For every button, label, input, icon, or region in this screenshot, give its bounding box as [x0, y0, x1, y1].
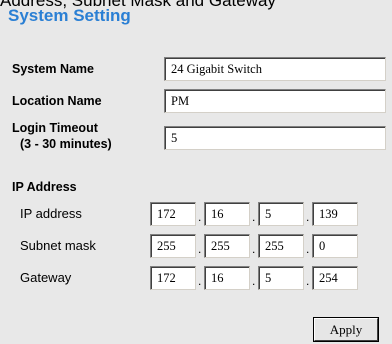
octet-separator: .	[306, 242, 310, 256]
ip-section-heading: IP Address	[12, 180, 77, 194]
gateway-label: Gateway	[20, 270, 72, 285]
login-timeout-range: (3 - 30 minutes)	[20, 137, 112, 151]
ip-address-octet-2[interactable]	[204, 202, 250, 226]
subnet-mask-octet-1[interactable]	[150, 234, 196, 258]
octet-separator: .	[306, 274, 310, 288]
subnet-mask-octet-3[interactable]	[258, 234, 304, 258]
system-name-label: System Name	[12, 62, 94, 76]
octet-separator: .	[198, 242, 202, 256]
octet-separator: .	[198, 210, 202, 224]
ip-address-octet-3[interactable]	[258, 202, 304, 226]
octet-separator: .	[252, 210, 256, 224]
octet-separator: .	[252, 274, 256, 288]
page: System Setting System Name Location Name…	[0, 0, 392, 344]
ip-address-label: IP address	[20, 206, 82, 221]
gateway-octet-4[interactable]	[312, 266, 358, 290]
subnet-mask-octet-4[interactable]	[312, 234, 358, 258]
location-name-label: Location Name	[12, 94, 102, 108]
ip-address-octet-4[interactable]	[312, 202, 358, 226]
system-name-input[interactable]	[164, 57, 386, 81]
ip-address-octet-1[interactable]	[150, 202, 196, 226]
gateway-octet-2[interactable]	[204, 266, 250, 290]
login-timeout-label: Login Timeout	[12, 121, 98, 135]
gateway-octet-3[interactable]	[258, 266, 304, 290]
octet-separator: .	[198, 274, 202, 288]
location-name-input[interactable]	[164, 89, 386, 113]
apply-button[interactable]: Apply	[313, 317, 379, 342]
subnet-mask-label: Subnet mask	[20, 238, 96, 253]
octet-separator: .	[306, 210, 310, 224]
subnet-mask-octet-2[interactable]	[204, 234, 250, 258]
system-setting-panel: System Setting System Name Location Name…	[0, 0, 392, 344]
gateway-octet-1[interactable]	[150, 266, 196, 290]
octet-separator: .	[252, 242, 256, 256]
clipped-header-text: Address, Subnet Mask and Gateway	[0, 0, 276, 10]
login-timeout-input[interactable]	[164, 126, 386, 150]
